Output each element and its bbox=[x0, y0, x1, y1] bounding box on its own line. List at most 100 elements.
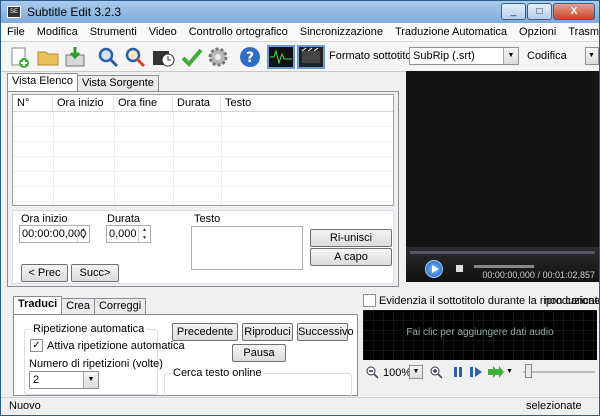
waveform-status: non caricato bbox=[544, 295, 600, 307]
chevron-down-icon: ▼ bbox=[503, 48, 518, 64]
window-title: Subtitle Edit 3.2.3 bbox=[27, 5, 122, 19]
encoding-select[interactable]: ▼ bbox=[585, 47, 599, 65]
waveform-placeholder: Fai clic per aggiungere dati audio bbox=[406, 327, 554, 338]
table-row[interactable] bbox=[13, 127, 393, 142]
save-download-icon[interactable] bbox=[63, 45, 87, 69]
open-folder-icon[interactable] bbox=[36, 45, 60, 69]
selection-status: selezionate bbox=[526, 400, 582, 412]
settings-gear-icon[interactable] bbox=[206, 45, 230, 69]
subtitle-text-input[interactable] bbox=[191, 226, 303, 270]
search-icon[interactable] bbox=[96, 45, 120, 69]
search-online-group: Cerca testo online bbox=[164, 367, 352, 399]
toolbar: ? Formato sottotitoli SubRip (.srt) ▼ Co… bbox=[1, 42, 599, 72]
view-tabs: Vista Elenco Vista Sorgente bbox=[7, 73, 159, 91]
waveform-toggle-icon[interactable] bbox=[267, 45, 295, 69]
new-line-button[interactable]: A capo bbox=[310, 248, 392, 266]
pause-button[interactable]: Pausa bbox=[232, 344, 286, 362]
play-icon[interactable] bbox=[425, 260, 443, 278]
zoom-level: 100% bbox=[383, 367, 412, 379]
fast-forward-icon[interactable] bbox=[487, 365, 505, 379]
auto-repeat-check-label: Attiva ripetizione automatica bbox=[47, 340, 185, 352]
close-button[interactable]: X bbox=[553, 3, 595, 20]
table-row[interactable] bbox=[13, 112, 393, 127]
chevron-down-icon: ▼ bbox=[586, 48, 598, 64]
table-row[interactable] bbox=[13, 172, 393, 187]
seek-bar[interactable] bbox=[410, 251, 595, 254]
maximize-button[interactable]: □ bbox=[527, 3, 552, 20]
zoom-out-icon[interactable] bbox=[365, 365, 379, 379]
bottom-tabs: Traduci Crea Correggi bbox=[13, 296, 147, 314]
table-row[interactable] bbox=[13, 142, 393, 157]
video-toggle-icon[interactable] bbox=[297, 45, 325, 69]
zoom-select[interactable]: ▼ bbox=[409, 365, 423, 379]
format-label: Formato sottotitoli bbox=[329, 50, 417, 62]
replace-icon[interactable] bbox=[123, 45, 147, 69]
waveform-panel[interactable]: Fai clic per aggiungere dati audio bbox=[363, 310, 597, 360]
menu-bar: File Modifica Strumenti Video Controllo … bbox=[1, 23, 599, 42]
auto-repeat-checkbox[interactable]: ✓ bbox=[30, 339, 43, 352]
volume-slider[interactable] bbox=[474, 265, 534, 268]
tab-list-view[interactable]: Vista Elenco bbox=[7, 73, 78, 91]
menu-sync[interactable]: Sincronizzazione bbox=[294, 23, 389, 42]
video-controls: 00:00:00,000 / 00:01:02,857 bbox=[406, 247, 599, 282]
list-view-panel: N° Ora inizio Ora fine Durata Testo Ora … bbox=[7, 91, 399, 287]
tab-translate[interactable]: Traduci bbox=[13, 296, 63, 314]
stop-icon[interactable] bbox=[456, 265, 463, 272]
visual-sync-icon[interactable] bbox=[151, 45, 175, 69]
chevron-down-icon[interactable]: ▼ bbox=[506, 368, 513, 375]
help-icon[interactable]: ? bbox=[238, 45, 262, 69]
waveform-zoom-slider[interactable] bbox=[523, 371, 595, 373]
grid-header: N° Ora inizio Ora fine Durata Testo bbox=[13, 95, 393, 112]
app-icon: SE bbox=[7, 6, 21, 18]
tab-source-view[interactable]: Vista Sorgente bbox=[76, 75, 159, 91]
play-button[interactable]: Riproduci bbox=[242, 323, 293, 341]
menu-spellcheck[interactable]: Controllo ortografico bbox=[183, 23, 294, 42]
status-text: Nuovo bbox=[9, 400, 41, 412]
chevron-down-icon: ▼ bbox=[410, 366, 422, 378]
menu-video[interactable]: Video bbox=[143, 23, 183, 42]
translate-panel: Ripetizione automatica ✓ Attiva ripetizi… bbox=[13, 314, 358, 399]
menu-edit[interactable]: Modifica bbox=[31, 23, 84, 42]
repeat-count-select[interactable]: 2 ▼ bbox=[29, 371, 99, 389]
slider-thumb[interactable] bbox=[525, 364, 532, 378]
subtitle-grid[interactable]: N° Ora inizio Ora fine Durata Testo bbox=[12, 94, 394, 206]
duration-input[interactable]: 0,000 ▲ ▼ bbox=[106, 225, 151, 243]
col-text[interactable]: Testo bbox=[221, 95, 393, 111]
encoding-label: Codifica bbox=[527, 50, 567, 62]
menu-tools[interactable]: Strumenti bbox=[84, 23, 143, 42]
menu-auto-translate[interactable]: Traduzione Automatica bbox=[389, 23, 513, 42]
zoom-in-icon[interactable] bbox=[429, 365, 443, 379]
start-time-spinner[interactable]: ▲ ▼ bbox=[77, 226, 89, 242]
spellcheck-icon[interactable] bbox=[180, 45, 204, 69]
previous-button[interactable]: Precedente bbox=[172, 323, 238, 341]
start-time-label: Ora inizio bbox=[21, 213, 68, 225]
col-duration[interactable]: Durata bbox=[173, 95, 221, 111]
col-number[interactable]: N° bbox=[13, 95, 53, 111]
search-online-title: Cerca testo online bbox=[171, 367, 264, 379]
menu-networking[interactable]: Trasmissione bbox=[562, 23, 599, 42]
auto-repeat-title: Ripetizione automatica bbox=[31, 323, 147, 335]
new-file-icon[interactable] bbox=[7, 45, 31, 69]
tab-create[interactable]: Crea bbox=[61, 298, 95, 314]
table-row[interactable] bbox=[13, 157, 393, 172]
rejoin-button[interactable]: Ri-unisci bbox=[310, 229, 392, 247]
pause-icon[interactable] bbox=[451, 365, 465, 379]
col-end[interactable]: Ora fine bbox=[114, 95, 173, 111]
next-line-button[interactable]: Succ> bbox=[71, 264, 119, 282]
minimize-button[interactable]: _ bbox=[501, 3, 526, 20]
menu-file[interactable]: File bbox=[1, 23, 31, 42]
play-icon[interactable] bbox=[469, 365, 483, 379]
start-time-input[interactable]: 00:00:00,000 ▲ ▼ bbox=[19, 225, 90, 243]
next-button[interactable]: Successivo bbox=[297, 323, 354, 341]
table-row[interactable] bbox=[13, 187, 393, 202]
duration-spinner[interactable]: ▲ ▼ bbox=[138, 226, 150, 242]
menu-options[interactable]: Opzioni bbox=[513, 23, 562, 42]
highlight-checkbox[interactable] bbox=[363, 294, 376, 307]
tab-adjust[interactable]: Correggi bbox=[93, 298, 147, 314]
format-select[interactable]: SubRip (.srt) ▼ bbox=[409, 47, 519, 65]
title-bar[interactable]: SE Subtitle Edit 3.2.3 _ □ X bbox=[1, 1, 599, 23]
col-start[interactable]: Ora inizio bbox=[53, 95, 114, 111]
repeat-count-label: Numero di ripetizioni (volte) bbox=[29, 358, 163, 370]
previous-line-button[interactable]: < Prec bbox=[21, 264, 68, 282]
chevron-down-icon: ▼ bbox=[83, 372, 98, 388]
